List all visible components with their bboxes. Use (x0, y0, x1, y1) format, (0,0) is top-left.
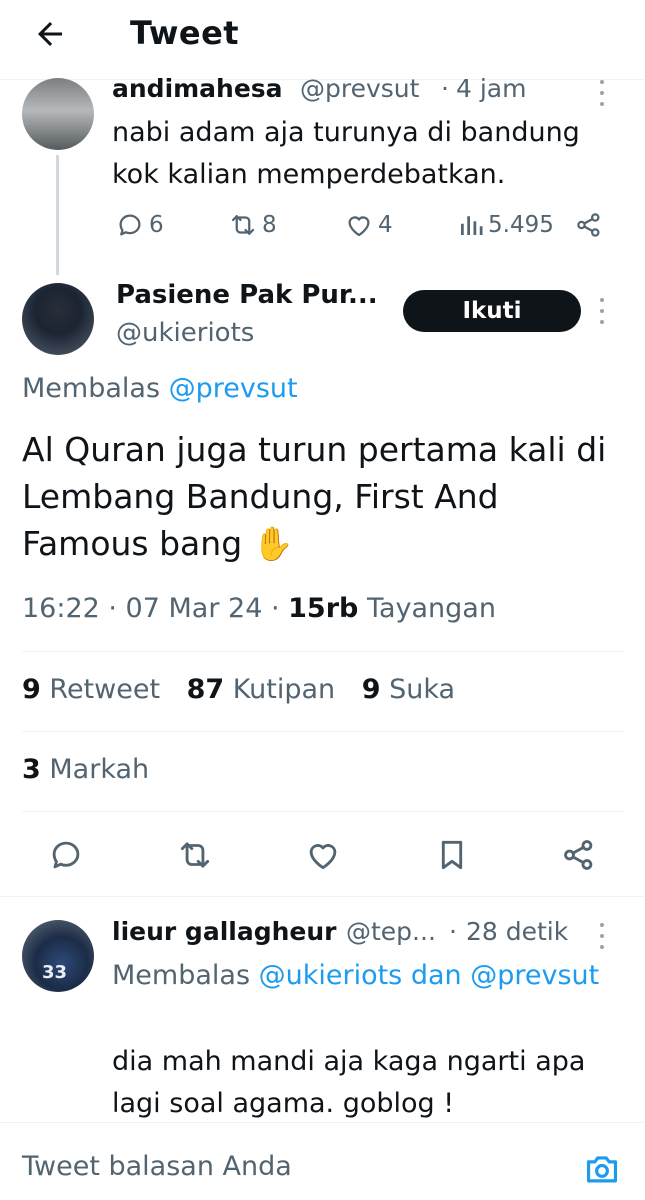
more-options-icon[interactable] (598, 80, 606, 106)
tweet-text: nabi adam aja turunya di bandung kok kal… (112, 117, 580, 190)
replying-prefix: Membalas (112, 960, 251, 991)
views-chart-icon (458, 210, 484, 240)
retweet-count: 8 (262, 212, 277, 238)
views-count: 5.495 (488, 212, 554, 238)
divider (0, 896, 645, 897)
avatar-ukieriots[interactable] (22, 283, 94, 355)
separator-dot: · (441, 74, 449, 103)
views-label: Tayangan (366, 593, 496, 624)
author-name[interactable]: lieur gallagheur (112, 917, 336, 946)
views-button[interactable]: 5.495 (458, 208, 554, 242)
quotes-number: 87 (186, 674, 225, 705)
separator-dot: · (449, 917, 457, 946)
like-count: 4 (378, 212, 393, 238)
bookmarks-label: Markah (49, 754, 150, 785)
heart-icon[interactable] (304, 836, 342, 874)
reply-input[interactable]: Tweet balasan Anda (22, 1151, 292, 1182)
reply-button[interactable]: 6 (115, 208, 164, 242)
tweet-time[interactable]: 28 detik (466, 917, 568, 946)
author-handle[interactable]: @ukieriots (116, 318, 254, 348)
replying-to-link[interactable]: @ukieriots dan @prevsut (259, 960, 600, 991)
tweet-time[interactable]: 4 jam (456, 74, 526, 103)
quotes-label: Kutipan (232, 674, 336, 705)
divider (22, 811, 623, 812)
quotes-stat[interactable]: 87 Kutipan (187, 674, 336, 705)
back-arrow-icon[interactable] (32, 16, 68, 52)
likes-label: Suka (389, 674, 456, 705)
retweet-icon (228, 210, 258, 240)
camera-icon[interactable] (583, 1150, 621, 1188)
replying-to: Membalas @ukieriots dan @prevsut (112, 955, 612, 997)
avatar-andimahesa[interactable] (22, 78, 94, 150)
likes-stat[interactable]: 9 Suka (362, 674, 455, 705)
thread-connector (56, 155, 59, 275)
retweet-button[interactable]: 8 (228, 208, 277, 242)
heart-icon (344, 210, 374, 240)
bookmark-icon[interactable] (433, 836, 471, 874)
retweets-label: Retweet (49, 674, 161, 705)
views-count: 15rb (288, 593, 359, 624)
retweet-icon[interactable] (176, 836, 214, 874)
share-button[interactable] (574, 208, 604, 242)
bookmarks-number: 3 (22, 754, 41, 785)
more-options-icon[interactable] (598, 923, 606, 949)
replying-to-link[interactable]: @prevsut (169, 373, 298, 404)
author-name[interactable]: andimahesa (112, 74, 283, 103)
page-title: Tweet (130, 14, 240, 52)
retweets-stat[interactable]: 9 Retweet (22, 674, 160, 705)
top-bar: Tweet (0, 0, 645, 80)
author-handle[interactable]: @prevsut (300, 74, 419, 103)
tweet-text: dia mah mandi aja kaga ngarti apa lagi s… (112, 1046, 586, 1119)
share-icon[interactable] (560, 836, 598, 874)
retweets-number: 9 (22, 674, 41, 705)
follow-button[interactable]: Ikuti (403, 290, 581, 332)
more-options-icon[interactable] (598, 298, 606, 324)
author-name[interactable]: Pasiene Pak Pur... (116, 280, 378, 310)
divider (22, 731, 623, 732)
replying-to: Membalas @prevsut (22, 373, 298, 404)
bookmarks-stat[interactable]: 3 Markah (22, 754, 149, 785)
tweet-meta: 16:22 · 07 Mar 24 · 15rb Tayangan (22, 593, 496, 624)
replying-prefix: Membalas (22, 373, 161, 404)
likes-number: 9 (361, 674, 381, 705)
avatar-lieur-gallagheur[interactable]: 33 (22, 920, 94, 992)
engagement-counts: 9 Retweet 87 Kutipan 9 Suka (22, 674, 455, 705)
reply-count: 6 (149, 212, 164, 238)
like-button[interactable]: 4 (344, 208, 393, 242)
tweet-text: Al Quran juga turun pertama kali di Lemb… (22, 430, 607, 563)
share-icon (574, 210, 604, 240)
tweet-timestamp[interactable]: 16:22 · 07 Mar 24 · (22, 593, 280, 624)
author-handle[interactable]: @tep... (346, 917, 436, 946)
reply-icon[interactable] (47, 836, 85, 874)
divider (22, 651, 623, 652)
reply-icon (115, 210, 145, 240)
avatar-jersey-number: 33 (42, 962, 68, 983)
